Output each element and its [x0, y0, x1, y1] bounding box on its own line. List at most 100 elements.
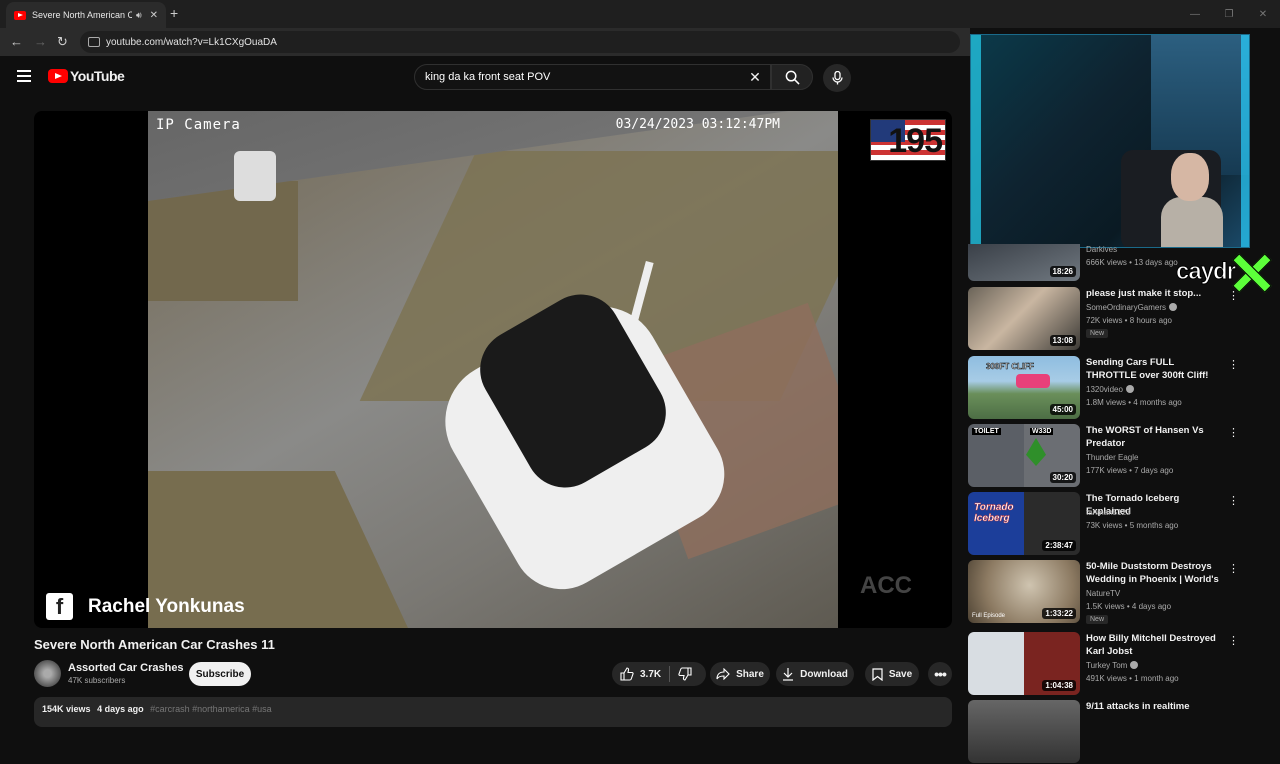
hamburger-menu-icon[interactable] [17, 70, 31, 82]
window-close-icon[interactable]: ✕ [1246, 0, 1280, 28]
forward-icon[interactable]: → [34, 34, 47, 49]
channel-name[interactable]: Assorted Car Crashes [68, 662, 184, 674]
verified-icon [1169, 303, 1178, 311]
channel-name[interactable]: tanman5123 [1086, 508, 1130, 517]
video-player[interactable]: IP Camera 03/24/2023 03:12:47PM 195 f Ra… [34, 111, 952, 628]
credit-name: Rachel Yonkunas [88, 595, 245, 617]
browser-tab[interactable]: Severe North American Car 🔊︎ ✕ [6, 2, 166, 28]
camera-label: IP Camera [156, 117, 241, 133]
verified-icon [1130, 661, 1139, 669]
hashtags[interactable]: #carcrash #northamerica #usa [150, 704, 272, 714]
video-thumbnail[interactable]: 1:04:38 [968, 632, 1080, 695]
maximize-icon[interactable]: ❐ [1212, 0, 1246, 28]
video-title[interactable]: 50-Mile Duststorm Destroys Wedding in Ph… [1086, 560, 1222, 586]
lawn [148, 181, 298, 301]
thumbnail-text: Full Episode [972, 613, 1006, 619]
more-vertical-icon[interactable]: ⋮ [1228, 494, 1239, 507]
like-button[interactable]: 3.7K [612, 662, 669, 686]
video-title[interactable]: The WORST of Hansen Vs Predator [1086, 424, 1222, 450]
stream-overlay-logo: caydr [1175, 252, 1272, 293]
led-light [1241, 35, 1249, 247]
duration-badge: 13:08 [1049, 335, 1076, 346]
bookmark-icon [872, 667, 883, 681]
description-box[interactable]: 154K views 4 days ago #carcrash #northam… [34, 697, 952, 727]
view-count: 154K views [42, 704, 91, 714]
x-logo-icon [1231, 252, 1272, 293]
video-title: Severe North American Car Crashes 11 [34, 637, 275, 652]
video-meta: 491K views • 1 month ago [1086, 674, 1179, 683]
speaker-icon[interactable]: 🔊︎ [136, 10, 142, 21]
channel-name[interactable]: Thunder Eagle [1086, 453, 1138, 462]
clear-search-icon[interactable]: ✕ [740, 69, 770, 86]
list-item[interactable]: Full Episode 1:33:22 50-Mile Duststorm D… [968, 560, 1258, 624]
search-query: king da ka front seat POV [425, 71, 551, 83]
like-count: 3.7K [640, 668, 662, 680]
white-suv [423, 279, 743, 608]
duration-badge: 2:38:47 [1042, 540, 1076, 551]
video-thumbnail[interactable]: 18:26 [968, 244, 1080, 281]
new-badge: New [1086, 615, 1109, 624]
youtube-logo[interactable]: YouTube [48, 68, 125, 84]
verified-icon [1125, 385, 1134, 393]
list-item[interactable]: Tornado Iceberg 2:38:47 The Tornado Iceb… [968, 492, 1258, 556]
list-item[interactable]: TOILET W33D 30:20 The WORST of Hansen Vs… [968, 424, 1258, 488]
video-thumbnail[interactable]: 13:08 [968, 287, 1080, 350]
list-item[interactable]: 13:08 please just make it stop... SomeOr… [968, 287, 1258, 351]
search-button[interactable] [771, 64, 813, 90]
browser-tab-bar: Severe North American Car 🔊︎ ✕ + — ❐ ✕ [0, 0, 1280, 28]
close-tab-icon[interactable]: ✕ [150, 10, 158, 21]
thumbnail-text: W33D [1030, 428, 1054, 435]
list-item[interactable]: 300FT CLIFF 45:00 Sending Cars FULL THRO… [968, 356, 1258, 420]
channel-name[interactable]: 1320video [1086, 385, 1134, 394]
new-badge: New [1086, 329, 1109, 338]
site-info-icon[interactable] [88, 37, 100, 47]
channel-name[interactable]: Darkives [1086, 245, 1117, 254]
voice-search-button[interactable] [823, 64, 851, 92]
video-thumbnail[interactable]: 300FT CLIFF 45:00 [968, 356, 1080, 419]
video-title[interactable]: 9/11 attacks in realtime [1086, 700, 1222, 713]
search-input[interactable]: king da ka front seat POV ✕ [414, 64, 771, 90]
avatar[interactable] [34, 660, 61, 687]
flag-number-badge: 195 [870, 119, 946, 161]
more-vertical-icon[interactable]: ⋮ [1228, 562, 1239, 575]
dislike-button[interactable] [670, 662, 700, 686]
video-meta: 177K views • 7 days ago [1086, 466, 1174, 475]
channel-name[interactable]: Turkey Tom [1086, 661, 1139, 670]
reload-icon[interactable]: ↻ [57, 34, 68, 50]
video-thumbnail[interactable] [968, 700, 1080, 763]
more-actions-button[interactable]: ••• [928, 662, 952, 686]
list-item[interactable]: 1:04:38 How Billy Mitchell Destroyed Kar… [968, 632, 1258, 696]
video-meta: 1.8M views • 4 months ago [1086, 398, 1182, 407]
window-controls: — ❐ ✕ [1178, 0, 1280, 28]
download-button[interactable]: Download [776, 662, 854, 686]
duration-badge: 1:33:22 [1042, 608, 1076, 619]
new-tab-button[interactable]: + [170, 5, 178, 21]
list-item[interactable]: 9/11 attacks in realtime [968, 700, 1258, 764]
url-field[interactable]: youtube.com/watch?v=Lk1CXgOuaDA [80, 31, 960, 53]
logo-text: YouTube [70, 68, 125, 84]
more-vertical-icon[interactable]: ⋮ [1228, 426, 1239, 439]
thumbs-up-icon [620, 667, 634, 681]
save-label: Save [888, 668, 913, 680]
channel-name[interactable]: SomeOrdinaryGamers [1086, 303, 1178, 312]
more-vertical-icon[interactable]: ⋮ [1228, 358, 1239, 371]
duration-badge: 18:26 [1049, 266, 1076, 277]
video-thumbnail[interactable]: Full Episode 1:33:22 [968, 560, 1080, 623]
video-title[interactable]: Sending Cars FULL THROTTLE over 300ft Cl… [1086, 356, 1222, 382]
channel-watermark: ACC [860, 572, 912, 599]
back-icon[interactable]: ← [10, 34, 23, 49]
video-thumbnail[interactable]: TOILET W33D 30:20 [968, 424, 1080, 487]
video-title[interactable]: How Billy Mitchell Destroyed Karl Jobst [1086, 632, 1222, 658]
subscribe-button[interactable]: Subscribe [189, 662, 251, 686]
minimize-icon[interactable]: — [1178, 0, 1212, 28]
video-thumbnail[interactable]: Tornado Iceberg 2:38:47 [968, 492, 1080, 555]
camera-timestamp: 03/24/2023 03:12:47PM [615, 117, 780, 132]
more-vertical-icon[interactable]: ⋮ [1228, 634, 1239, 647]
save-button[interactable]: Save [865, 662, 919, 686]
share-button[interactable]: Share [710, 662, 770, 686]
channel-name[interactable]: NatureTV [1086, 589, 1120, 598]
search-icon [785, 70, 800, 85]
share-label: Share [736, 668, 764, 680]
url-text: youtube.com/watch?v=Lk1CXgOuaDA [106, 36, 277, 48]
pink-car [1016, 374, 1050, 388]
